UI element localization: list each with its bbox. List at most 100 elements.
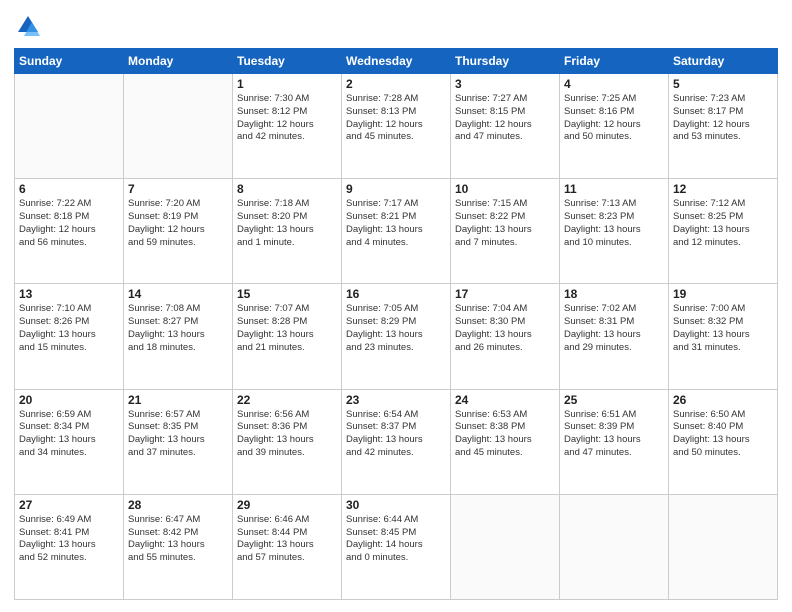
- page: SundayMondayTuesdayWednesdayThursdayFrid…: [0, 0, 792, 612]
- day-number: 30: [346, 498, 446, 512]
- day-number: 22: [237, 393, 337, 407]
- day-number: 7: [128, 182, 228, 196]
- calendar-cell: 7 Sunrise: 7:20 AM Sunset: 8:19 PM Daylig…: [124, 179, 233, 284]
- cell-info: Sunrise: 7:05 AM Sunset: 8:29 PM Dayligh…: [346, 303, 446, 354]
- calendar-cell: 27 Sunrise: 6:49 AM Sunset: 8:41 PM Dayli…: [15, 494, 124, 599]
- day-number: 9: [346, 182, 446, 196]
- calendar-cell: 14 Sunrise: 7:08 AM Sunset: 8:27 PM Dayli…: [124, 284, 233, 389]
- calendar-cell: 1 Sunrise: 7:30 AM Sunset: 8:12 PM Daylig…: [233, 74, 342, 179]
- calendar-cell: 17 Sunrise: 7:04 AM Sunset: 8:30 PM Dayli…: [451, 284, 560, 389]
- calendar-cell: 9 Sunrise: 7:17 AM Sunset: 8:21 PM Daylig…: [342, 179, 451, 284]
- day-number: 2: [346, 77, 446, 91]
- cell-info: Sunrise: 7:12 AM Sunset: 8:25 PM Dayligh…: [673, 198, 773, 249]
- calendar-week-1: 1 Sunrise: 7:30 AM Sunset: 8:12 PM Daylig…: [15, 74, 778, 179]
- cell-info: Sunrise: 6:57 AM Sunset: 8:35 PM Dayligh…: [128, 409, 228, 460]
- day-number: 17: [455, 287, 555, 301]
- calendar-cell: 16 Sunrise: 7:05 AM Sunset: 8:29 PM Dayli…: [342, 284, 451, 389]
- calendar-cell: 12 Sunrise: 7:12 AM Sunset: 8:25 PM Dayli…: [669, 179, 778, 284]
- day-number: 13: [19, 287, 119, 301]
- calendar-cell: 6 Sunrise: 7:22 AM Sunset: 8:18 PM Daylig…: [15, 179, 124, 284]
- weekday-header-friday: Friday: [560, 49, 669, 74]
- calendar-table: SundayMondayTuesdayWednesdayThursdayFrid…: [14, 48, 778, 600]
- day-number: 10: [455, 182, 555, 196]
- calendar-week-4: 20 Sunrise: 6:59 AM Sunset: 8:34 PM Dayli…: [15, 389, 778, 494]
- calendar-cell: 11 Sunrise: 7:13 AM Sunset: 8:23 PM Dayli…: [560, 179, 669, 284]
- calendar-cell: 2 Sunrise: 7:28 AM Sunset: 8:13 PM Daylig…: [342, 74, 451, 179]
- day-number: 16: [346, 287, 446, 301]
- cell-info: Sunrise: 6:53 AM Sunset: 8:38 PM Dayligh…: [455, 409, 555, 460]
- cell-info: Sunrise: 7:25 AM Sunset: 8:16 PM Dayligh…: [564, 93, 664, 144]
- calendar-cell: 21 Sunrise: 6:57 AM Sunset: 8:35 PM Dayli…: [124, 389, 233, 494]
- cell-info: Sunrise: 6:59 AM Sunset: 8:34 PM Dayligh…: [19, 409, 119, 460]
- cell-info: Sunrise: 6:51 AM Sunset: 8:39 PM Dayligh…: [564, 409, 664, 460]
- calendar-week-5: 27 Sunrise: 6:49 AM Sunset: 8:41 PM Dayli…: [15, 494, 778, 599]
- day-number: 3: [455, 77, 555, 91]
- calendar-cell: [124, 74, 233, 179]
- cell-info: Sunrise: 7:00 AM Sunset: 8:32 PM Dayligh…: [673, 303, 773, 354]
- cell-info: Sunrise: 7:13 AM Sunset: 8:23 PM Dayligh…: [564, 198, 664, 249]
- cell-info: Sunrise: 7:08 AM Sunset: 8:27 PM Dayligh…: [128, 303, 228, 354]
- calendar-cell: 5 Sunrise: 7:23 AM Sunset: 8:17 PM Daylig…: [669, 74, 778, 179]
- weekday-header-thursday: Thursday: [451, 49, 560, 74]
- cell-info: Sunrise: 7:23 AM Sunset: 8:17 PM Dayligh…: [673, 93, 773, 144]
- day-number: 1: [237, 77, 337, 91]
- calendar-week-3: 13 Sunrise: 7:10 AM Sunset: 8:26 PM Dayli…: [15, 284, 778, 389]
- calendar-cell: 10 Sunrise: 7:15 AM Sunset: 8:22 PM Dayli…: [451, 179, 560, 284]
- calendar-cell: 20 Sunrise: 6:59 AM Sunset: 8:34 PM Dayli…: [15, 389, 124, 494]
- calendar-cell: [15, 74, 124, 179]
- day-number: 15: [237, 287, 337, 301]
- cell-info: Sunrise: 7:10 AM Sunset: 8:26 PM Dayligh…: [19, 303, 119, 354]
- cell-info: Sunrise: 6:44 AM Sunset: 8:45 PM Dayligh…: [346, 514, 446, 565]
- day-number: 29: [237, 498, 337, 512]
- calendar-cell: [451, 494, 560, 599]
- weekday-header-wednesday: Wednesday: [342, 49, 451, 74]
- weekday-header-sunday: Sunday: [15, 49, 124, 74]
- day-number: 21: [128, 393, 228, 407]
- day-number: 11: [564, 182, 664, 196]
- cell-info: Sunrise: 7:28 AM Sunset: 8:13 PM Dayligh…: [346, 93, 446, 144]
- calendar-week-2: 6 Sunrise: 7:22 AM Sunset: 8:18 PM Daylig…: [15, 179, 778, 284]
- cell-info: Sunrise: 7:17 AM Sunset: 8:21 PM Dayligh…: [346, 198, 446, 249]
- calendar-cell: 23Sunrise: 6:54 AM Sunset: 8:37 PM Dayli…: [342, 389, 451, 494]
- calendar-cell: 24 Sunrise: 6:53 AM Sunset: 8:38 PM Dayli…: [451, 389, 560, 494]
- day-number: 5: [673, 77, 773, 91]
- calendar-cell: 18 Sunrise: 7:02 AM Sunset: 8:31 PM Dayli…: [560, 284, 669, 389]
- day-number: 18: [564, 287, 664, 301]
- cell-info: Sunrise: 7:18 AM Sunset: 8:20 PM Dayligh…: [237, 198, 337, 249]
- cell-info: Sunrise: 7:07 AM Sunset: 8:28 PM Dayligh…: [237, 303, 337, 354]
- cell-info: Sunrise: 7:27 AM Sunset: 8:15 PM Dayligh…: [455, 93, 555, 144]
- day-number: 28: [128, 498, 228, 512]
- cell-info: Sunrise: 6:54 AM Sunset: 8:37 PM Dayligh…: [346, 409, 446, 460]
- weekday-header-monday: Monday: [124, 49, 233, 74]
- calendar-cell: 19Sunrise: 7:00 AM Sunset: 8:32 PM Dayli…: [669, 284, 778, 389]
- calendar-cell: [669, 494, 778, 599]
- day-number: 14: [128, 287, 228, 301]
- calendar-cell: 15 Sunrise: 7:07 AM Sunset: 8:28 PM Dayli…: [233, 284, 342, 389]
- day-number: 12: [673, 182, 773, 196]
- calendar-cell: 30 Sunrise: 6:44 AM Sunset: 8:45 PM Dayli…: [342, 494, 451, 599]
- cell-info: Sunrise: 6:56 AM Sunset: 8:36 PM Dayligh…: [237, 409, 337, 460]
- cell-info: Sunrise: 6:50 AM Sunset: 8:40 PM Dayligh…: [673, 409, 773, 460]
- calendar-cell: 8Sunrise: 7:18 AM Sunset: 8:20 PM Daylig…: [233, 179, 342, 284]
- day-number: 27: [19, 498, 119, 512]
- day-number: 25: [564, 393, 664, 407]
- cell-info: Sunrise: 6:47 AM Sunset: 8:42 PM Dayligh…: [128, 514, 228, 565]
- day-number: 24: [455, 393, 555, 407]
- cell-info: Sunrise: 6:46 AM Sunset: 8:44 PM Dayligh…: [237, 514, 337, 565]
- cell-info: Sunrise: 7:30 AM Sunset: 8:12 PM Dayligh…: [237, 93, 337, 144]
- cell-info: Sunrise: 7:22 AM Sunset: 8:18 PM Dayligh…: [19, 198, 119, 249]
- calendar-cell: 28 Sunrise: 6:47 AM Sunset: 8:42 PM Dayli…: [124, 494, 233, 599]
- cell-info: Sunrise: 7:04 AM Sunset: 8:30 PM Dayligh…: [455, 303, 555, 354]
- day-number: 6: [19, 182, 119, 196]
- cell-info: Sunrise: 7:15 AM Sunset: 8:22 PM Dayligh…: [455, 198, 555, 249]
- weekday-header-saturday: Saturday: [669, 49, 778, 74]
- calendar-cell: 13 Sunrise: 7:10 AM Sunset: 8:26 PM Dayli…: [15, 284, 124, 389]
- calendar-cell: 26Sunrise: 6:50 AM Sunset: 8:40 PM Dayli…: [669, 389, 778, 494]
- cell-info: Sunrise: 7:02 AM Sunset: 8:31 PM Dayligh…: [564, 303, 664, 354]
- cell-info: Sunrise: 6:49 AM Sunset: 8:41 PM Dayligh…: [19, 514, 119, 565]
- day-number: 20: [19, 393, 119, 407]
- day-number: 4: [564, 77, 664, 91]
- header: [14, 12, 778, 40]
- calendar-cell: 29 Sunrise: 6:46 AM Sunset: 8:44 PM Dayli…: [233, 494, 342, 599]
- cell-info: Sunrise: 7:20 AM Sunset: 8:19 PM Dayligh…: [128, 198, 228, 249]
